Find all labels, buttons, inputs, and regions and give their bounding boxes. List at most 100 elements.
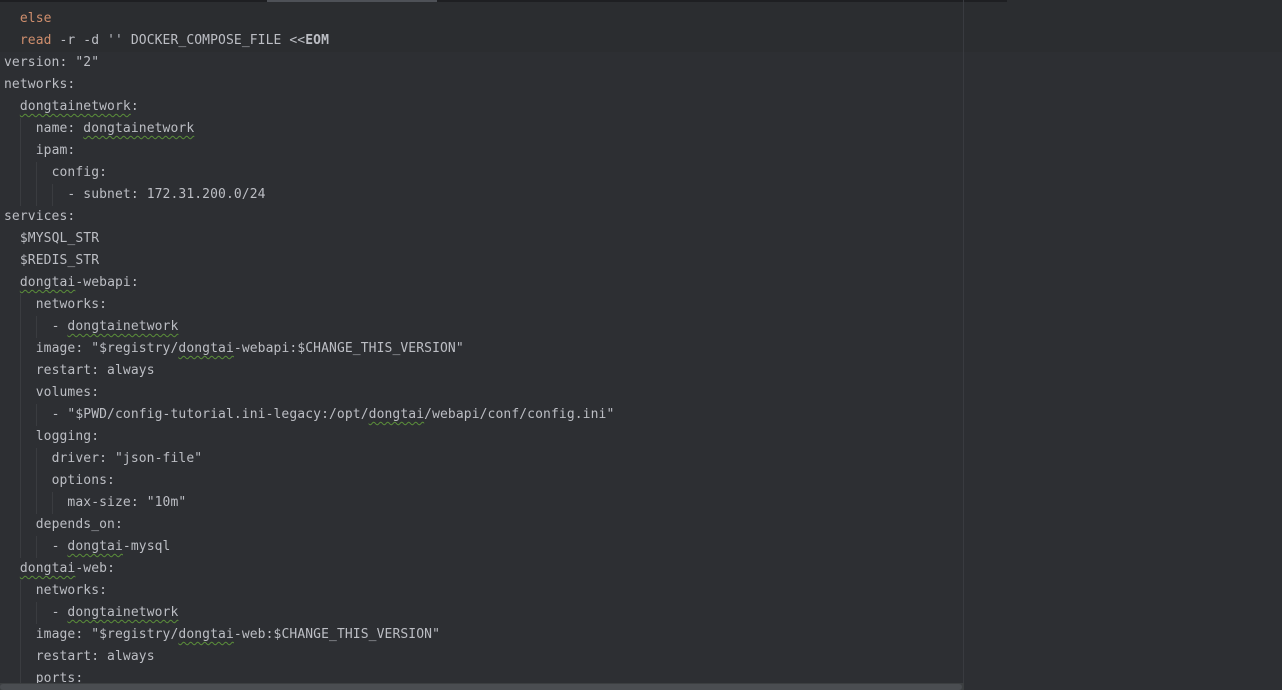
code-line[interactable]: version: "2" xyxy=(4,52,614,74)
code-token: logging: xyxy=(35,429,100,444)
code-keyword: else xyxy=(19,11,52,26)
code-line[interactable]: options: xyxy=(4,470,614,492)
code-token: -webapi: xyxy=(75,275,139,290)
code-typo-word: dongtainetwork xyxy=(67,605,179,620)
code-line[interactable]: - subnet: 172.31.200.0/24 xyxy=(4,184,614,206)
code-line[interactable]: dongtai-webapi: xyxy=(4,272,614,294)
code-line[interactable]: max-size: "10m" xyxy=(4,492,614,514)
code-token: $MYSQL_STR xyxy=(19,231,100,246)
code-token: driver: "json-file" xyxy=(51,451,203,466)
code-keyword: read xyxy=(19,33,52,48)
code-line[interactable]: $MYSQL_STR xyxy=(4,228,614,250)
code-line[interactable]: volumes: xyxy=(4,382,614,404)
code-line[interactable]: - dongtainetwork xyxy=(4,316,614,338)
code-line[interactable]: services: xyxy=(4,206,614,228)
code-typo-word: dongtai xyxy=(178,627,234,642)
code-typo-word: dongtainetwork xyxy=(19,99,131,114)
code-line[interactable]: dongtainetwork: xyxy=(4,96,614,118)
code-token: image: "$registry/ xyxy=(35,627,179,642)
code-line[interactable]: ipam: xyxy=(4,140,614,162)
code-token: - subnet: 172.31.200.0/24 xyxy=(67,187,266,202)
code-token: volumes: xyxy=(35,385,100,400)
code-token: -mysql xyxy=(122,539,171,554)
code-line[interactable]: networks: xyxy=(4,580,614,602)
tab-edge-highlight xyxy=(267,0,437,2)
code-typo-word: dongtai xyxy=(19,275,76,290)
code-line[interactable]: name: dongtainetwork xyxy=(4,118,614,140)
code-token: -webapi:$CHANGE_THIS_VERSION" xyxy=(233,341,464,356)
code-token: name: xyxy=(35,121,84,136)
code-token: networks: xyxy=(35,297,108,312)
code-token: - "$PWD/config-tutorial.ini-legacy:/opt/ xyxy=(51,407,369,422)
code-line[interactable]: restart: always xyxy=(4,360,614,382)
code-typo-word: dongtai xyxy=(178,341,234,356)
code-token: EOM xyxy=(305,33,330,48)
code-line[interactable]: image: "$registry/dongtai-web:$CHANGE_TH… xyxy=(4,624,614,646)
code-line[interactable]: image: "$registry/dongtai-webapi:$CHANGE… xyxy=(4,338,614,360)
code-token: $REDIS_STR xyxy=(19,253,100,268)
code-typo-word: dongtai xyxy=(67,539,123,554)
code-token: ipam: xyxy=(35,143,76,158)
code-token: : xyxy=(130,99,139,114)
code-token: services: xyxy=(4,209,76,224)
code-token: -r -d '' DOCKER_COMPOSE_FILE << xyxy=(51,33,306,48)
code-line[interactable]: logging: xyxy=(4,426,614,448)
code-token: -web: xyxy=(75,561,115,576)
code-line[interactable]: networks: xyxy=(4,294,614,316)
code-line[interactable]: depends_on: xyxy=(4,514,614,536)
code-lines[interactable]: else read -r -d '' DOCKER_COMPOSE_FILE <… xyxy=(4,8,614,690)
code-typo-word: dongtai xyxy=(19,561,76,576)
code-line[interactable]: config: xyxy=(4,162,614,184)
code-line[interactable]: driver: "json-file" xyxy=(4,448,614,470)
code-token: max-size: "10m" xyxy=(67,495,187,510)
horizontal-scrollbar-thumb[interactable] xyxy=(0,684,962,690)
code-typo-word: dongtainetwork xyxy=(67,319,179,334)
code-token: image: "$registry/ xyxy=(35,341,179,356)
code-line[interactable]: dongtai-web: xyxy=(4,558,614,580)
code-token: config: xyxy=(51,165,108,180)
code-line[interactable]: - dongtai-mysql xyxy=(4,536,614,558)
tab-strip-edge xyxy=(0,0,1007,2)
code-token: version: "2" xyxy=(4,55,100,70)
code-line[interactable]: $REDIS_STR xyxy=(4,250,614,272)
code-line[interactable]: - "$PWD/config-tutorial.ini-legacy:/opt/… xyxy=(4,404,615,426)
code-line[interactable]: restart: always xyxy=(4,646,614,668)
code-token: options: xyxy=(51,473,115,488)
right-margin-guide xyxy=(963,0,964,690)
code-line[interactable]: networks: xyxy=(4,74,614,96)
code-token: /webapi/conf/config.ini" xyxy=(424,407,615,422)
code-line[interactable]: read -r -d '' DOCKER_COMPOSE_FILE <<EOM xyxy=(4,30,614,52)
code-token: depends_on: xyxy=(35,517,123,532)
code-token: restart: always xyxy=(35,649,155,664)
code-typo-word: dongtainetwork xyxy=(83,121,195,136)
code-line[interactable]: else xyxy=(4,8,614,30)
code-editor[interactable]: else read -r -d '' DOCKER_COMPOSE_FILE <… xyxy=(0,0,1282,690)
code-line[interactable]: - dongtainetwork xyxy=(4,602,614,624)
